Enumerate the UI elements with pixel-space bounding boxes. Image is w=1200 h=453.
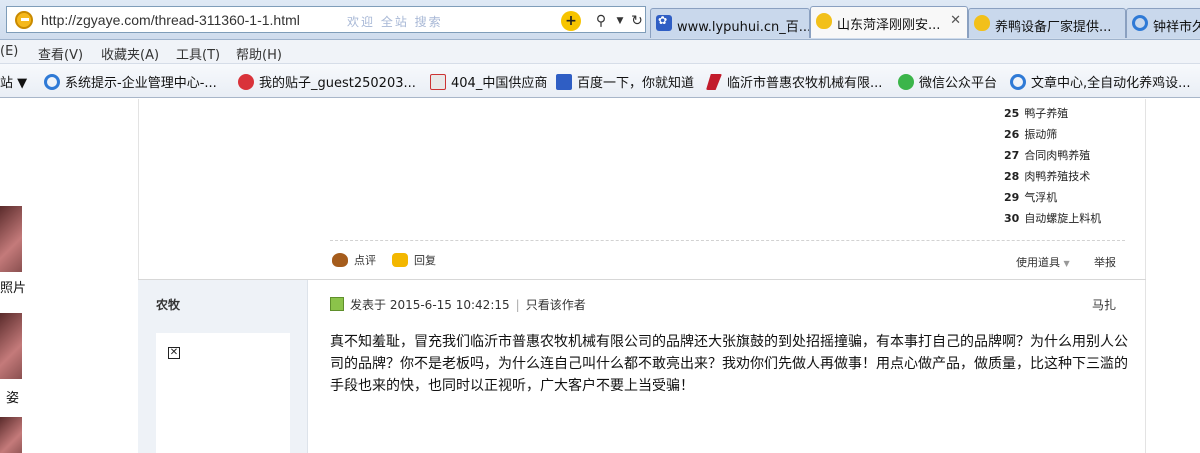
list-number: 27 bbox=[1004, 149, 1020, 162]
duck-icon bbox=[974, 15, 990, 31]
fav-system-tip[interactable]: 系统提示-企业管理中心-... bbox=[44, 72, 217, 91]
related-link[interactable]: 28 肉鸭养殖技术 bbox=[1004, 168, 1090, 184]
ie-icon bbox=[1010, 74, 1026, 90]
close-tab-icon[interactable]: ✕ bbox=[950, 13, 961, 28]
tab-zhongxiang[interactable]: 钟祥市久 bbox=[1126, 8, 1200, 38]
list-text: 气浮机 bbox=[1024, 191, 1058, 204]
floor-label: 马扎 bbox=[1092, 298, 1117, 312]
duck-icon bbox=[816, 13, 832, 29]
list-number: 25 bbox=[1004, 107, 1020, 120]
related-link[interactable]: 29 气浮机 bbox=[1004, 189, 1057, 205]
tab-label: 山东菏泽刚刚安... bbox=[837, 18, 941, 33]
reply-button[interactable]: 回复 bbox=[392, 252, 436, 270]
strip-label: 姿 bbox=[6, 391, 20, 406]
post-content: 真不知羞耻，冒充我们临沂市普惠农牧机械有限公司的品牌还大张旗鼓的到处招摇撞骗，有… bbox=[330, 334, 1128, 394]
author-name[interactable]: 农牧 bbox=[156, 296, 180, 313]
fav-wechat[interactable]: 微信公众平台 bbox=[898, 72, 998, 91]
tab-label: 钟祥市久 bbox=[1153, 20, 1200, 35]
fav-label: 系统提示-企业管理中心-... bbox=[65, 76, 217, 91]
fav-baidu[interactable]: 百度一下，你就知道 bbox=[556, 72, 695, 91]
fav-label: 百度一下，你就知道 bbox=[577, 76, 695, 91]
url-text[interactable]: http://zgyaye.com/thread-311360-1-1.html bbox=[41, 12, 300, 28]
only-author-link[interactable]: 只看该作者 bbox=[526, 298, 586, 312]
list-text: 自动螺旋上料机 bbox=[1024, 212, 1102, 225]
favorites-bar: 站 ▼ 系统提示-企业管理中心-... 我的贴子_guest250203... … bbox=[0, 64, 1200, 98]
reply-label: 回复 bbox=[414, 254, 436, 267]
fav-label: 404_中国供应商 bbox=[451, 76, 548, 91]
wechat-icon bbox=[898, 74, 914, 90]
online-status-icon bbox=[330, 297, 344, 311]
strip-label: 照片 bbox=[0, 281, 27, 296]
thumbnail-image[interactable] bbox=[0, 417, 22, 453]
tieba-icon bbox=[238, 74, 254, 90]
thumbnail-image[interactable] bbox=[0, 313, 22, 379]
menu-bar: (E) 查看(V) 收藏夹(A) 工具(T) 帮助(H) bbox=[0, 40, 1200, 64]
search-icon[interactable]: ⚲ bbox=[591, 11, 611, 31]
thumbnail-image[interactable] bbox=[0, 206, 22, 272]
comment-cup-icon bbox=[332, 253, 348, 267]
list-text: 肉鸭养殖技术 bbox=[1024, 170, 1091, 183]
site-favicon-icon bbox=[15, 11, 33, 29]
reply-bubble-icon bbox=[392, 253, 408, 267]
list-text: 合同肉鸭养殖 bbox=[1024, 149, 1091, 162]
fav-label: 站 ▼ bbox=[0, 76, 28, 91]
use-tools-button[interactable]: 使用道具 ▼ bbox=[1016, 254, 1070, 270]
list-text: 鸭子养殖 bbox=[1024, 107, 1069, 120]
menu-favorites[interactable]: 收藏夹(A) bbox=[101, 44, 159, 63]
related-link[interactable]: 27 合同肉鸭养殖 bbox=[1004, 147, 1090, 163]
list-number: 29 bbox=[1004, 191, 1020, 204]
menu-tools[interactable]: 工具(T) bbox=[176, 44, 220, 63]
comment-button[interactable]: 点评 bbox=[332, 252, 376, 270]
left-sidebar-strip: 照片 姿 bbox=[0, 99, 30, 453]
address-bar[interactable]: http://zgyaye.com/thread-311360-1-1.html… bbox=[6, 6, 646, 33]
fav-label: 文章中心,全自动化养鸡设... bbox=[1031, 76, 1191, 91]
related-link[interactable]: 30 自动螺旋上料机 bbox=[1004, 210, 1101, 226]
list-text: 振动筛 bbox=[1024, 128, 1058, 141]
fav-puhui[interactable]: 临沂市普惠农牧机械有限... bbox=[706, 72, 883, 91]
list-number: 30 bbox=[1004, 212, 1020, 225]
tools-label: 使用道具 bbox=[1016, 256, 1060, 269]
ie-icon bbox=[1132, 15, 1148, 31]
menu-view[interactable]: 查看(V) bbox=[38, 44, 83, 63]
fav-my-posts[interactable]: 我的贴子_guest250203... bbox=[238, 72, 416, 91]
comment-label: 点评 bbox=[354, 254, 376, 267]
tab-heze-active[interactable]: 山东菏泽刚刚安... ✕ bbox=[810, 6, 968, 38]
404-icon bbox=[430, 74, 446, 90]
fav-label: 微信公众平台 bbox=[919, 76, 998, 91]
ie-icon bbox=[44, 74, 60, 90]
list-number: 28 bbox=[1004, 170, 1020, 183]
baidu-paw-icon bbox=[556, 74, 572, 90]
related-link[interactable]: 25 鸭子养殖 bbox=[1004, 105, 1068, 121]
divider bbox=[330, 240, 1125, 241]
browser-toolbar: http://zgyaye.com/thread-311360-1-1.html… bbox=[0, 0, 1200, 40]
tab-label: 养鸭设备厂家提供... bbox=[995, 20, 1112, 35]
paw-icon bbox=[656, 14, 672, 31]
list-number: 26 bbox=[1004, 128, 1020, 141]
tab-lypuhui[interactable]: www.lypuhui.cn_百... bbox=[650, 8, 810, 38]
menu-help[interactable]: 帮助(H) bbox=[236, 44, 282, 63]
compatibility-view-icon[interactable]: + bbox=[561, 11, 581, 31]
red-flag-icon bbox=[706, 74, 722, 90]
favorites-site-dropdown[interactable]: 站 ▼ bbox=[0, 72, 28, 91]
post-divider bbox=[138, 279, 1146, 280]
address-ghost-text: 欢迎 全站 搜索 bbox=[347, 15, 443, 29]
fav-404[interactable]: 404_中国供应商 bbox=[430, 72, 548, 91]
tab-duck-equipment[interactable]: 养鸭设备厂家提供... bbox=[968, 8, 1126, 38]
fav-label: 我的贴子_guest250203... bbox=[259, 76, 416, 91]
fav-article-center[interactable]: 文章中心,全自动化养鸡设... bbox=[1010, 72, 1191, 91]
chevron-down-icon: ▼ bbox=[1063, 259, 1070, 268]
broken-image-icon: ✕ bbox=[168, 347, 180, 359]
post-time: 发表于 2015-6-15 10:42:15 bbox=[350, 298, 510, 312]
report-button[interactable]: 举报 bbox=[1094, 254, 1116, 270]
refresh-icon[interactable]: ↻ bbox=[627, 11, 647, 31]
menu-edit[interactable]: (E) bbox=[0, 44, 18, 59]
related-link[interactable]: 26 振动筛 bbox=[1004, 126, 1057, 142]
tab-label: www.lypuhui.cn_百... bbox=[677, 20, 810, 35]
fav-label: 临沂市普惠农牧机械有限... bbox=[727, 76, 883, 91]
post-meta: 发表于 2015-6-15 10:42:15 | 只看该作者 bbox=[330, 296, 586, 313]
